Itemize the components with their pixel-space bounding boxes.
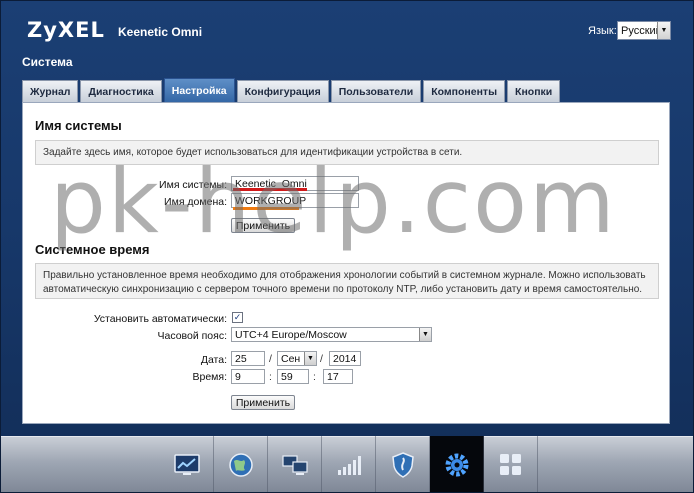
domain-name-label: Имя домена: [164,196,227,208]
security-shield-icon[interactable] [376,436,430,493]
tab-configuration[interactable]: Конфигурация [236,80,329,102]
date-separator: / [320,353,323,365]
chevron-down-icon: ▼ [657,22,670,39]
auto-time-checkbox[interactable]: ✓ [232,312,243,323]
home-network-icon[interactable] [268,436,322,493]
auto-time-label: Установить автоматически: [93,313,227,325]
language-label: Язык: [588,25,617,37]
system-name-note: Задайте здесь имя, которое будет использ… [35,140,659,165]
system-name-heading: Имя системы [35,118,122,133]
system-time-apply-button[interactable]: Применить [231,395,295,410]
system-name-apply-button[interactable]: Применить [231,218,295,233]
date-label: Дата: [200,354,227,366]
date-month-value: Сен [281,352,301,365]
time-separator: : [269,371,272,383]
internet-globe-icon[interactable] [214,436,268,493]
settings-panel: Имя системы Задайте здесь имя, которое б… [22,102,670,424]
date-month-select[interactable]: Сен ▼ [277,351,317,366]
time-separator: : [313,371,316,383]
tab-users[interactable]: Пользователи [330,80,422,102]
tab-settings[interactable]: Настройка [163,78,235,102]
date-year-input[interactable]: 2014 [329,351,361,366]
device-model: Keenetic Omni [118,25,203,39]
language-select[interactable]: Русский ▼ [617,21,671,40]
system-gear-icon[interactable] [430,436,484,493]
language-select-value: Русский [621,24,662,37]
system-time-heading: Системное время [35,242,150,257]
system-name-label: Имя системы: [159,179,227,191]
timezone-label: Часовой пояс: [157,330,227,342]
applications-grid-icon[interactable] [484,436,538,493]
tab-components[interactable]: Компоненты [423,80,506,102]
bottom-icon-row [160,436,538,493]
timezone-select[interactable]: UTC+4 Europe/Moscow ▼ [231,327,432,342]
tab-bar: Журнал Диагностика Настройка Конфигураци… [22,78,562,102]
system-name-underline [233,188,307,191]
domain-name-input[interactable]: WORKGROUP [231,193,359,208]
tab-diagnostics[interactable]: Диагностика [80,80,162,102]
time-hour-input[interactable]: 9 [231,369,265,384]
page-title: Система [22,55,73,69]
chevron-down-icon: ▼ [304,352,316,365]
monitor-icon[interactable] [160,436,214,493]
tab-log[interactable]: Журнал [22,80,79,102]
timezone-value: UTC+4 Europe/Moscow [235,328,347,341]
brand-logo: ZyXEL [27,18,105,42]
system-time-note: Правильно установленное время необходимо… [35,263,659,299]
wifi-signal-icon[interactable] [322,436,376,493]
domain-name-underline [233,207,299,210]
tab-buttons[interactable]: Кнопки [507,80,561,102]
time-second-input[interactable]: 17 [323,369,353,384]
time-label: Время: [192,371,227,383]
date-separator: / [269,353,272,365]
date-day-input[interactable]: 25 [231,351,265,366]
time-minute-input[interactable]: 59 [277,369,309,384]
chevron-down-icon: ▼ [419,328,431,341]
